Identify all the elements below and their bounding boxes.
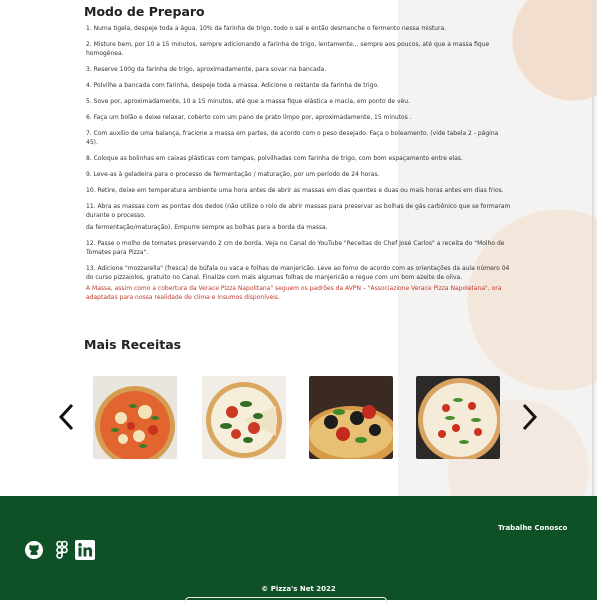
figma-icon[interactable] (52, 540, 72, 560)
prep-section-title: Modo de Preparo (84, 4, 205, 19)
step-item: 9. Leve-as à geladeira para o processo d… (86, 171, 380, 178)
step-item: 12. Passe o molho de tomates preservando… (86, 240, 505, 256)
step-item: 4. Polvilhe a bancada com farinha, despe… (86, 82, 380, 89)
footer-bottom-bar (185, 597, 387, 604)
step-item: 7. Com auxílio de uma balança, fracione … (86, 130, 499, 146)
recipe-thumb-olives[interactable] (309, 376, 393, 459)
linkedin-icon[interactable] (75, 540, 95, 560)
step-item: 1. Numa tigela, despeje toda a água, 10%… (86, 25, 447, 32)
recipes-carousel (56, 376, 540, 460)
chevron-left-icon[interactable] (56, 402, 78, 432)
step-item: 11. Abra as massas com as pontas dos ded… (86, 203, 511, 219)
step-item: 3. Reserve 100g da farinha de trigo, apr… (86, 66, 327, 73)
prep-steps-list: 1. Numa tigela, despeje toda a água, 10%… (86, 24, 512, 289)
more-recipes-title: Mais Receitas (84, 337, 182, 352)
site-footer: Trabalhe Conosco © Pizza's Net 2022 (0, 496, 597, 604)
chevron-right-icon[interactable] (518, 402, 540, 432)
recipe-thumb-slice-basil[interactable] (202, 376, 286, 459)
scrollbar-edge (592, 0, 594, 496)
step-item: 2. Misture bem, por 10 a 15 minutos, sem… (86, 41, 490, 57)
step-item: 6. Faça um bolão e deixe relaxar, cobert… (86, 114, 412, 121)
step-item: 8. Coloque as bolinhas em caixas plástic… (86, 155, 463, 162)
step-item: 10. Retire, deixe em temperatura ambient… (86, 187, 504, 194)
work-with-us-link[interactable]: Trabalhe Conosco (498, 524, 567, 532)
recipe-thumb-white-pizza[interactable] (416, 376, 500, 459)
avpn-note: A Massa, assim como a cobertura da Verac… (86, 285, 502, 301)
github-icon[interactable] (24, 540, 44, 560)
copyright-text: © Pizza's Net 2022 (261, 585, 336, 593)
step-item: 5. Sove por, aproximadamente, 10 a 15 mi… (86, 98, 410, 105)
recipe-thumb-margherita[interactable] (93, 376, 177, 459)
step-item: da fermentação/maturação). Empurre sempr… (86, 224, 328, 231)
step-item: 13. Adicione "mozzarella" (fresca) de bú… (86, 265, 510, 281)
